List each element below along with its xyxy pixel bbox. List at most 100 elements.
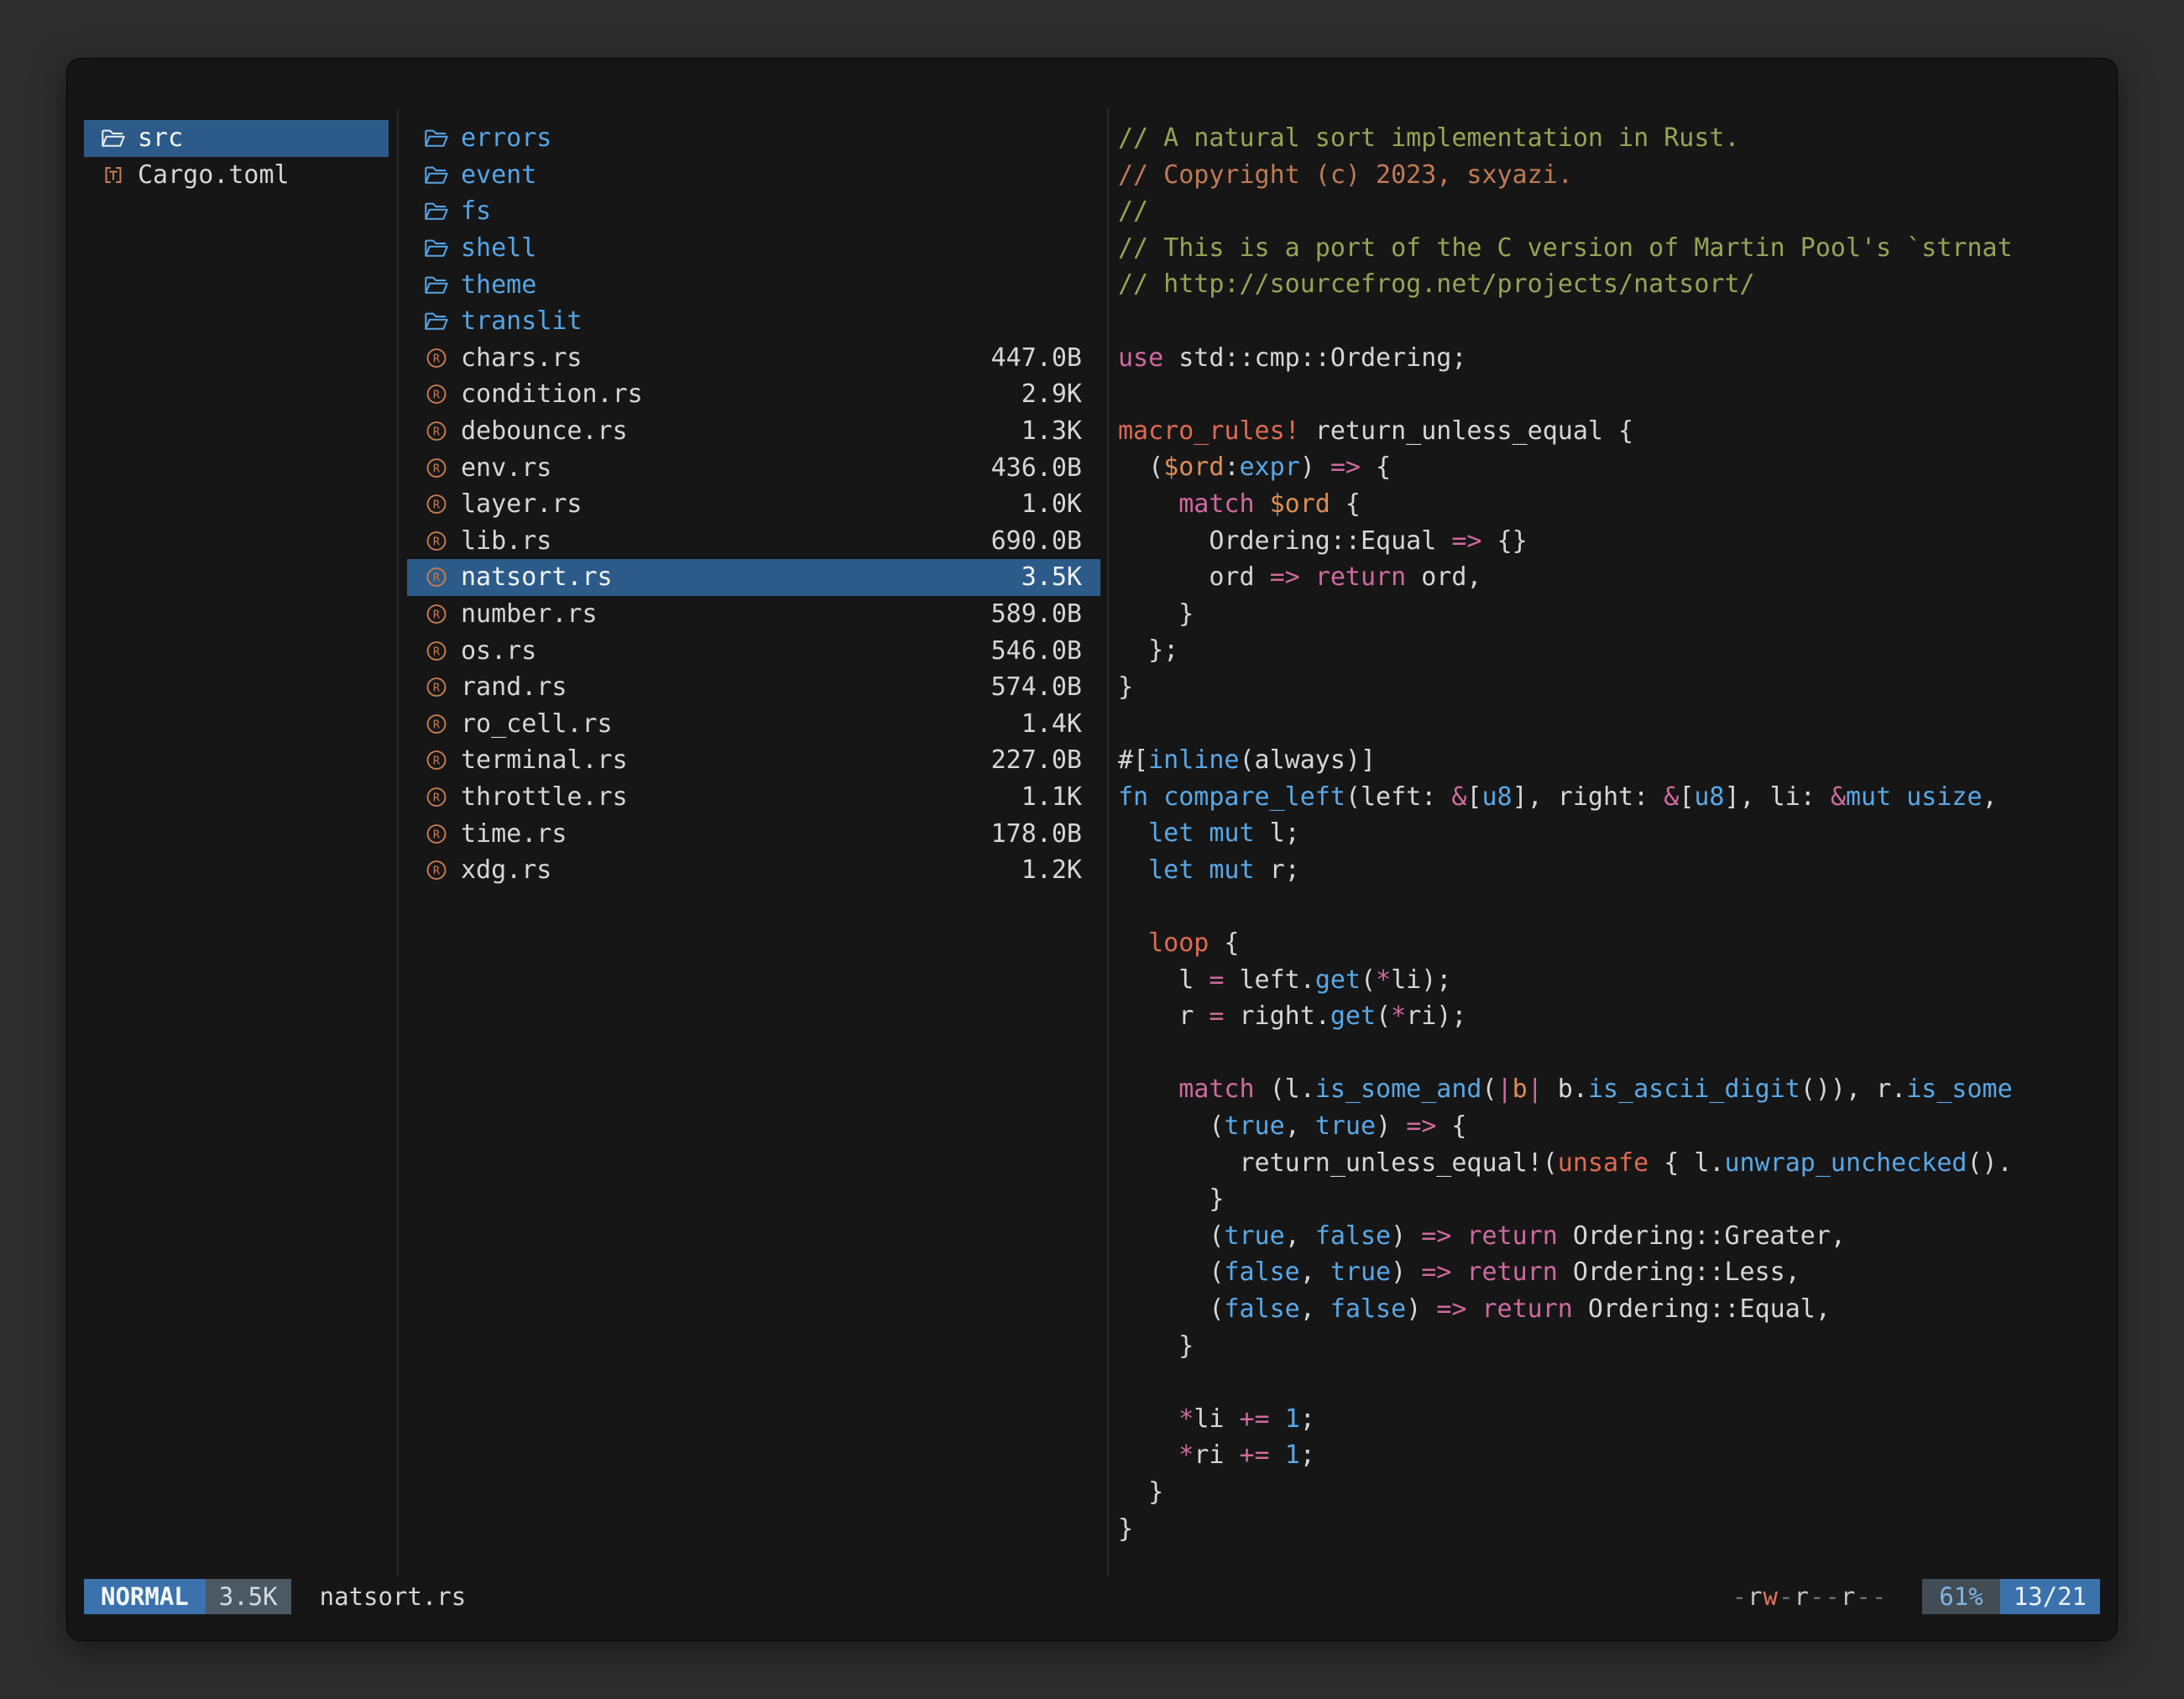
file-row-condition.rs[interactable]: Rcondition.rs2.9K [407, 376, 1100, 413]
rust-file-icon: R [424, 347, 461, 369]
mode-badge: NORMAL [84, 1579, 206, 1614]
rust-file-icon: R [424, 749, 461, 771]
file-row-theme[interactable]: theme [407, 266, 1100, 303]
code-line: match $ord { [1118, 486, 2108, 523]
file-name: rand.rs [461, 672, 567, 702]
code-line: // A natural sort implementation in Rust… [1118, 120, 2108, 157]
code-line: (false, true) => return Ordering::Less, [1118, 1254, 2108, 1291]
code-line: // Copyright (c) 2023, sxyazi. [1118, 157, 2108, 194]
folder-icon [424, 274, 461, 296]
code-line: } [1118, 1511, 2108, 1548]
file-row-throttle.rs[interactable]: Rthrottle.rs1.1K [407, 779, 1100, 816]
code-line: } [1118, 1181, 2108, 1218]
file-size: 2.9K [1021, 379, 1082, 409]
file-row-time.rs[interactable]: Rtime.rs178.0B [407, 815, 1100, 852]
file-name: theme [461, 270, 536, 300]
file-row-Cargo.toml[interactable]: Cargo.toml [84, 157, 389, 194]
folder-icon [424, 237, 461, 259]
code-line: ($ord:expr) => { [1118, 449, 2108, 486]
file-size: 1.4K [1021, 709, 1082, 739]
svg-text:R: R [433, 352, 441, 365]
svg-text:R: R [433, 755, 441, 768]
folder-icon [424, 310, 461, 332]
code-line: ord => return ord, [1118, 559, 2108, 596]
rust-file-icon: R [424, 713, 461, 735]
file-row-errors[interactable]: errors [407, 120, 1100, 157]
code-line: // [1118, 193, 2108, 230]
file-name: src [138, 123, 183, 153]
code-line: loop { [1118, 925, 2108, 962]
file-name: layer.rs [461, 489, 583, 519]
code-line: fn compare_left(left: &[u8], right: &[u8… [1118, 779, 2108, 816]
rust-file-icon: R [424, 493, 461, 515]
file-size: 436.0B [991, 453, 1082, 483]
folder-icon [424, 127, 461, 149]
file-size: 3.5K [1021, 562, 1082, 592]
file-row-debounce.rs[interactable]: Rdebounce.rs1.3K [407, 413, 1100, 450]
status-right: -rw-r--r-- 61% 13/21 [1732, 1579, 2100, 1614]
rust-file-icon: R [424, 676, 461, 698]
file-row-chars.rs[interactable]: Rchars.rs447.0B [407, 340, 1100, 377]
file-row-xdg.rs[interactable]: Rxdg.rs1.2K [407, 852, 1100, 889]
file-size: 1.0K [1021, 489, 1082, 519]
file-name: xdg.rs [461, 855, 551, 885]
file-name: Cargo.toml [138, 160, 290, 190]
code-line: // http://sourcefrog.net/projects/natsor… [1118, 266, 2108, 303]
code-line: } [1118, 1474, 2108, 1511]
code-line: match (l.is_some_and(|b| b.is_ascii_digi… [1118, 1071, 2108, 1108]
folder-icon [101, 127, 138, 149]
code-line: let mut l; [1118, 815, 2108, 852]
file-row-lib.rs[interactable]: Rlib.rs690.0B [407, 523, 1100, 560]
code-line: Ordering::Equal => {} [1118, 523, 2108, 560]
code-line [1118, 1364, 2108, 1401]
file-row-number.rs[interactable]: Rnumber.rs589.0B [407, 596, 1100, 633]
file-row-os.rs[interactable]: Ros.rs546.0B [407, 632, 1100, 669]
svg-text:R: R [433, 865, 441, 878]
file-size: 1.3K [1021, 416, 1082, 446]
file-size: 574.0B [991, 672, 1082, 702]
file-name: fs [461, 196, 491, 226]
file-row-translit[interactable]: translit [407, 303, 1100, 340]
file-row-terminal.rs[interactable]: Rterminal.rs227.0B [407, 742, 1100, 779]
code-line [1118, 303, 2108, 340]
file-row-ro_cell.rs[interactable]: Rro_cell.rs 1.4K [407, 706, 1100, 743]
code-line: *ri += 1; [1118, 1437, 2108, 1474]
parent-pane: src Cargo.toml [84, 120, 389, 193]
file-name: translit [461, 306, 583, 336]
code-line: } [1118, 669, 2108, 706]
file-row-natsort.rs[interactable]: Rnatsort.rs3.5K [407, 559, 1100, 596]
code-line [1118, 376, 2108, 413]
code-line: l = left.get(*li); [1118, 962, 2108, 999]
file-row-env.rs[interactable]: Renv.rs436.0B [407, 449, 1100, 486]
file-name: condition.rs [461, 379, 643, 409]
file-row-layer.rs[interactable]: Rlayer.rs 1.0K [407, 486, 1100, 523]
file-permissions: -rw-r--r-- [1732, 1582, 1888, 1611]
code-line: return_unless_equal!(unsafe { l.unwrap_u… [1118, 1145, 2108, 1182]
file-name: natsort.rs [461, 562, 613, 592]
code-line: use std::cmp::Ordering; [1118, 340, 2108, 377]
toml-file-icon [101, 164, 138, 186]
svg-text:R: R [433, 791, 441, 804]
file-row-fs[interactable]: fs [407, 193, 1100, 230]
folder-icon [424, 164, 461, 186]
svg-text:R: R [433, 645, 441, 658]
file-name: ro_cell.rs [461, 709, 613, 739]
code-line: } [1118, 596, 2108, 633]
rust-file-icon: R [424, 640, 461, 662]
file-row-src[interactable]: src [84, 120, 389, 157]
file-name: errors [461, 123, 551, 153]
file-row-event[interactable]: event [407, 157, 1100, 194]
scroll-percent-badge: 61% [1922, 1579, 1999, 1614]
cursor-position-badge: 13/21 [2000, 1579, 2100, 1614]
status-bar: NORMAL 3.5K natsort.rs -rw-r--r-- 61% 13… [84, 1579, 2100, 1614]
file-size: 447.0B [991, 343, 1082, 373]
svg-text:R: R [433, 608, 441, 621]
file-size: 178.0B [991, 819, 1082, 849]
file-row-shell[interactable]: shell [407, 230, 1100, 267]
svg-text:R: R [433, 535, 441, 548]
rust-file-icon: R [424, 530, 461, 552]
file-size: 589.0B [991, 599, 1082, 629]
status-left: NORMAL 3.5K natsort.rs [84, 1579, 466, 1614]
file-row-rand.rs[interactable]: Rrand.rs 574.0B [407, 669, 1100, 706]
rust-file-icon: R [424, 823, 461, 845]
